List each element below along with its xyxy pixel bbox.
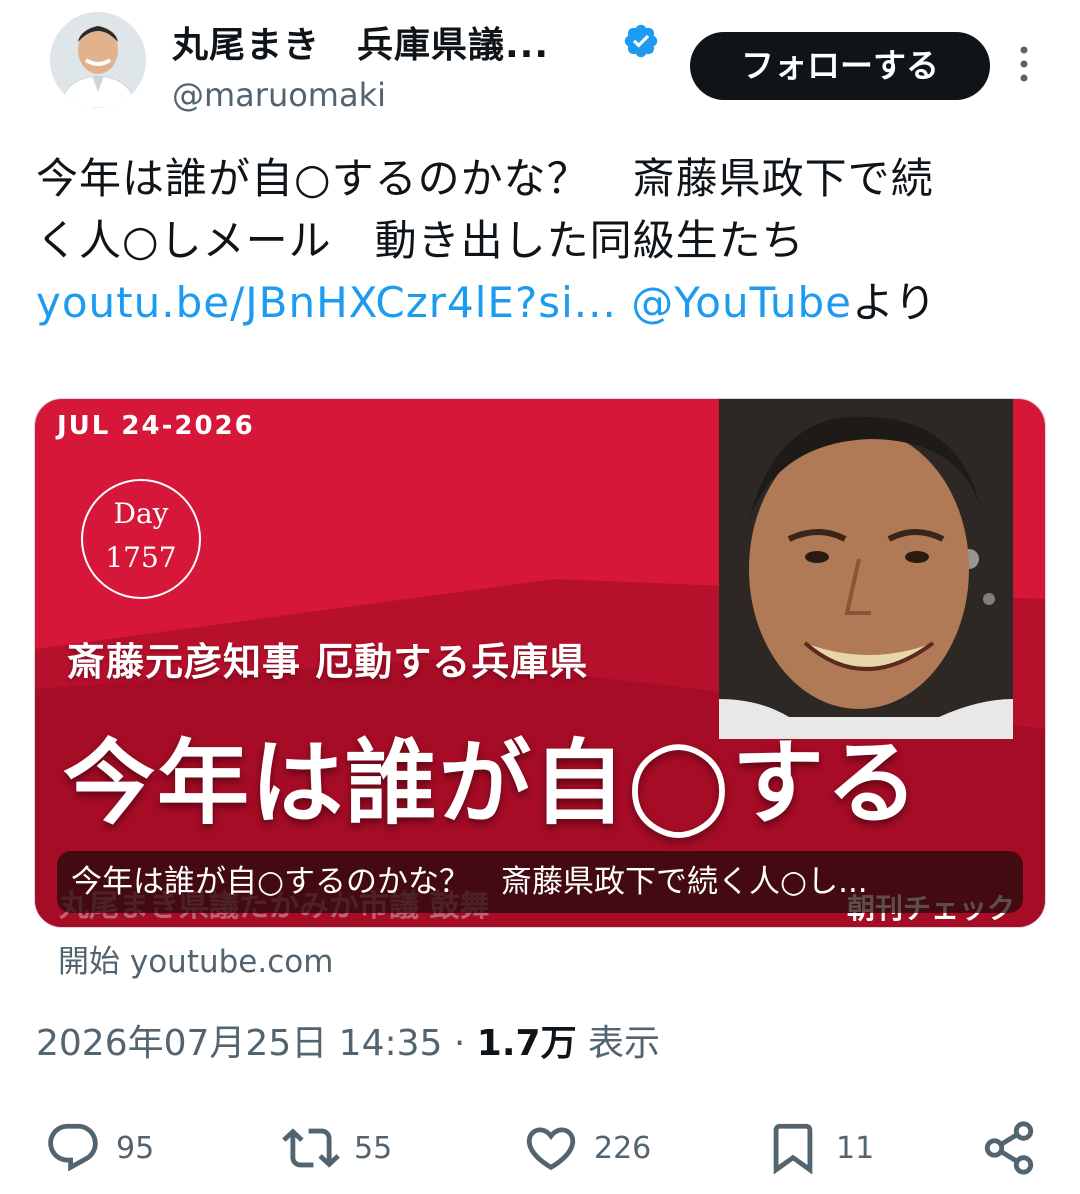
tweet-text-line: 今年は誰が自○するのかな？ 斎藤県政下で続 xyxy=(36,154,934,203)
more-options-icon[interactable] xyxy=(1014,44,1034,84)
tweet-text-line: く人○しメール 動き出した同級生たち xyxy=(36,216,805,265)
share-button[interactable] xyxy=(980,1118,1038,1178)
tweet-suffix: より xyxy=(852,278,938,327)
repost-count: 55 xyxy=(354,1130,393,1166)
tweet-timestamp[interactable]: 2026年07月25日 14:35 xyxy=(36,1023,442,1064)
share-icon xyxy=(984,1121,1034,1175)
heart-icon xyxy=(526,1127,576,1171)
reply-button[interactable]: 95 xyxy=(44,1118,154,1178)
tweet-detail: 丸尾まき 兵庫県議... @maruomaki フォローする 今年は誰が自○する… xyxy=(0,0,1080,1194)
card-portrait-image xyxy=(719,399,1013,739)
bookmark-icon xyxy=(773,1123,813,1175)
tweet-link-line: youtu.be/JBnHXCzr4lE?si... @YouTubeより xyxy=(36,272,1046,334)
youtube-link[interactable]: youtu.be/JBnHXCzr4lE?si... xyxy=(36,278,617,327)
like-button[interactable]: 226 xyxy=(522,1118,651,1178)
card-subheading: 斎藤元彦知事 厄動する兵庫県 xyxy=(67,640,589,684)
youtube-mention-link[interactable]: @YouTube xyxy=(631,278,852,327)
like-count: 226 xyxy=(594,1130,652,1166)
reply-count: 95 xyxy=(116,1130,155,1166)
reply-icon xyxy=(48,1123,98,1172)
verified-badge-icon xyxy=(624,24,658,58)
bookmark-button[interactable]: 11 xyxy=(764,1118,874,1178)
repost-button[interactable]: 55 xyxy=(282,1118,392,1178)
avatar[interactable] xyxy=(50,12,146,108)
tweet-meta: 2026年07月25日 14:35 · 1.7万 表示 xyxy=(36,1014,660,1066)
user-handle[interactable]: @maruomaki xyxy=(172,76,386,114)
meta-separator: · xyxy=(453,1023,466,1064)
card-headline: 今年は誰が自◯する xyxy=(63,730,920,837)
repost-icon xyxy=(282,1128,340,1168)
views-count: 1.7万 xyxy=(476,1023,577,1064)
link-preview-card[interactable]: JUL 24-2026 Day 1757 斎藤元彦知事 厄動する兵庫県 今年は誰… xyxy=(34,398,1046,928)
day-number: 1757 xyxy=(105,541,177,574)
bookmark-count: 11 xyxy=(836,1130,875,1166)
day-label: Day xyxy=(113,497,169,530)
views-label: 表示 xyxy=(588,1023,661,1064)
follow-button[interactable]: フォローする xyxy=(690,32,990,100)
tweet-text: 今年は誰が自○するのかな？ 斎藤県政下で続 く人○しメール 動き出した同級生たち… xyxy=(36,148,1046,334)
card-date: JUL 24-2026 xyxy=(57,411,255,441)
card-source[interactable]: 開始 youtube.com xyxy=(58,936,333,981)
day-badge: Day 1757 xyxy=(81,479,201,599)
display-name[interactable]: 丸尾まき 兵庫県議... xyxy=(172,16,549,68)
card-title-caption: 今年は誰が自○するのかな？ 斎藤県政下で続く人○し... xyxy=(57,851,1023,913)
